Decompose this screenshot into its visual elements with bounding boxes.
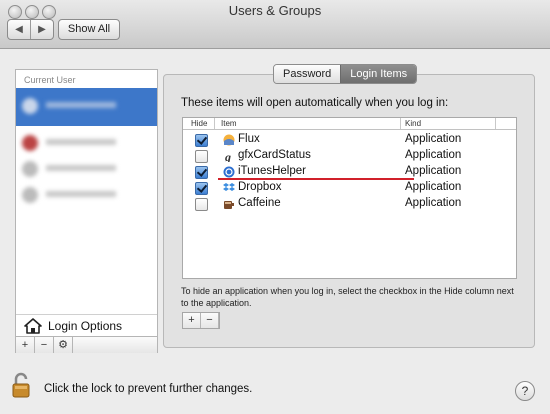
avatar [22,161,38,177]
tab-bar: Password Login Items [273,64,418,84]
house-icon [24,318,42,334]
column-item[interactable]: Item [221,118,237,129]
remove-login-item-button[interactable]: − [201,313,219,328]
redacted-text [46,102,116,108]
blurred-user-entry [22,97,150,117]
footer: Click the lock to prevent further change… [0,362,550,414]
column-divider [400,118,401,129]
hide-checkbox[interactable] [195,198,208,211]
app-name: Dropbox [238,181,282,193]
app-kind: Application [405,165,462,177]
column-divider [214,118,215,129]
hide-checkbox[interactable] [195,166,208,179]
selected-user-row[interactable] [16,88,157,126]
app-name: Caffeine [238,197,281,209]
gfxcardstatus-icon: g [224,150,231,162]
user-row[interactable] [22,134,150,154]
tab-login-items[interactable]: Login Items [340,65,417,83]
table-row[interactable]: Flux Application [183,132,516,148]
login-options-label: Login Options [48,319,123,333]
itunes-helper-icon [223,166,235,178]
hide-checkbox[interactable] [195,182,208,195]
redacted-text [46,191,116,197]
help-button[interactable]: ? [515,381,535,401]
table-row[interactable]: Caffeine Application [183,196,516,212]
login-items-intro: These items will open automatically when… [181,97,449,109]
svg-text:g: g [224,150,231,162]
app-kind: Application [405,197,462,209]
back-button[interactable]: ◀ [8,20,30,39]
window-title: Users & Groups [228,3,322,18]
user-row[interactable] [22,160,150,180]
app-kind: Application [405,133,462,145]
current-user-label: Current User [24,75,76,85]
redacted-text [46,165,116,171]
hide-hint-text: To hide an application when you log in, … [181,286,514,308]
login-options-item[interactable]: Login Options [16,314,157,337]
login-items-table: Hide Item Kind Flux Application g gfxCar… [182,117,517,279]
annotation-underline [218,178,414,180]
gear-icon[interactable]: ⚙ [54,337,73,353]
table-row[interactable]: g gfxCardStatus Application [183,148,516,164]
avatar [22,135,38,151]
column-hide[interactable]: Hide [191,118,207,129]
app-name: Flux [238,133,260,145]
app-name: iTunesHelper [238,165,306,177]
caffeine-icon [224,201,234,209]
user-row[interactable] [22,186,150,206]
lock-icon[interactable] [11,372,31,398]
lock-label: Click the lock to prevent further change… [44,383,253,395]
column-divider [495,118,496,129]
show-all-button[interactable]: Show All [58,19,120,40]
title-bar: Users & Groups ◀ ▶ Show All [0,0,550,49]
login-items-actions: + − [182,312,220,329]
add-login-item-button[interactable]: + [183,313,201,328]
add-user-button[interactable]: + [16,337,35,353]
hide-checkbox[interactable] [195,150,208,163]
users-list: Current User Login Options + − ⚙ [15,69,158,353]
remove-user-button[interactable]: − [35,337,54,353]
app-kind: Application [405,181,462,193]
dropbox-icon [223,183,235,191]
forward-button[interactable]: ▶ [30,20,53,39]
nav-back-forward: ◀ ▶ [7,19,54,40]
app-kind: Application [405,149,462,161]
tab-password[interactable]: Password [274,65,341,83]
avatar [22,187,38,203]
column-kind[interactable]: Kind [405,118,421,129]
avatar [22,98,38,114]
table-row[interactable]: Dropbox Application [183,180,516,196]
table-header: Hide Item Kind [183,118,516,130]
hide-checkbox[interactable] [195,134,208,147]
app-name: gfxCardStatus [238,149,311,161]
redacted-text [46,139,116,145]
flux-icon [223,134,235,146]
users-actions: + − ⚙ [16,336,157,353]
